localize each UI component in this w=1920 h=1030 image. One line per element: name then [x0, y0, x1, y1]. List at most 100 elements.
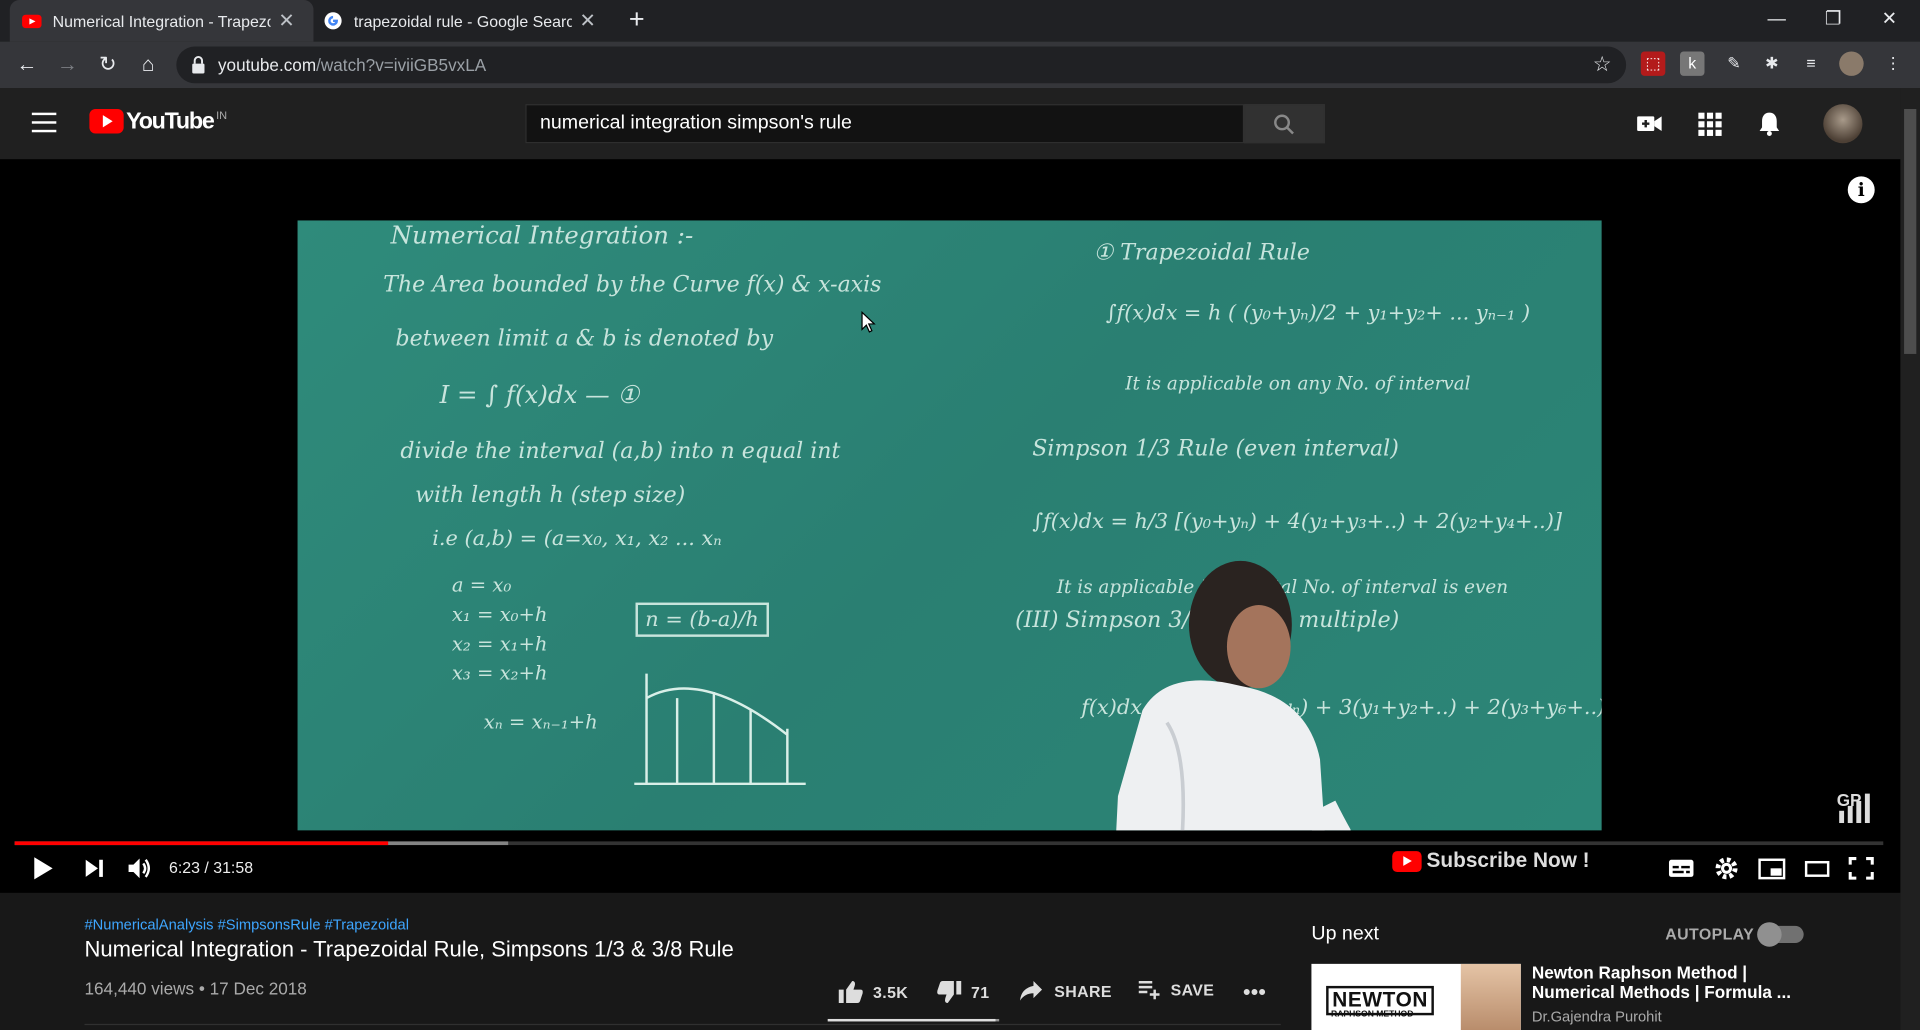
subscribe-overlay-text: Subscribe Now !	[1426, 848, 1590, 873]
screen: Numerical Integration - Trapezoidal Rule…	[0, 0, 1920, 1030]
like-ratio-fill	[827, 1018, 996, 1022]
theater-mode-icon[interactable]	[1802, 854, 1831, 883]
minimize-icon[interactable]: —	[1749, 0, 1805, 39]
back-icon[interactable]: ←	[12, 50, 41, 79]
video-frame: Numerical Integration :- The Area bounde…	[297, 220, 1602, 831]
autoplay-toggle[interactable]	[1757, 922, 1804, 947]
youtube-icon	[22, 14, 42, 29]
divider	[84, 1023, 1281, 1026]
teacher-figure	[1116, 560, 1351, 831]
youtube-header: YouTube IN	[0, 88, 1901, 160]
address-bar[interactable]: youtube.com/watch?v=iviiGB5vxLA ☆	[176, 46, 1627, 84]
close-window-icon[interactable]: ✕	[1861, 0, 1917, 39]
board-writing: ① Trapezoidal Rule	[1093, 240, 1310, 266]
settings-gear-icon[interactable]	[1713, 854, 1740, 883]
apps-grid-icon[interactable]	[1696, 110, 1723, 137]
board-writing: xₙ = xₙ₋₁+h	[483, 710, 598, 734]
volume-icon[interactable]	[125, 854, 154, 883]
subscribe-overlay[interactable]: Subscribe Now !	[1392, 848, 1590, 873]
more-actions-icon[interactable]: •••	[1243, 980, 1266, 1006]
browser-toolbar: ← → ↻ ⌂ youtube.com/watch?v=iviiGB5vxLA …	[0, 41, 1920, 89]
hamburger-menu-icon[interactable]	[31, 112, 57, 133]
board-writing: n = (b-a)/h	[635, 602, 769, 637]
notifications-bell-icon[interactable]	[1756, 110, 1783, 137]
board-writing: The Area bounded by the Curve f(x) & x-a…	[383, 271, 882, 298]
search-input[interactable]	[526, 105, 1243, 143]
youtube-play-icon	[89, 109, 124, 134]
reload-icon[interactable]: ↻	[93, 50, 122, 79]
autoplay-label: AUTOPLAY	[1665, 924, 1755, 944]
dislike-button[interactable]: 71	[936, 980, 990, 1004]
tab-title: trapezoidal rule - Google Search	[353, 11, 572, 31]
next-video-title[interactable]: Newton Raphson Method | Numerical Method…	[1532, 963, 1826, 1002]
page-scrollbar[interactable]	[1900, 88, 1920, 1030]
bookmark-star-icon[interactable]: ☆	[1593, 53, 1612, 77]
progress-bar[interactable]	[14, 841, 1884, 846]
presenter-photo	[1460, 963, 1521, 1030]
profile-avatar-icon[interactable]	[1839, 51, 1864, 76]
search-icon	[1274, 114, 1294, 135]
tab-google[interactable]: trapezoidal rule - Google Search ✕	[311, 0, 615, 42]
url-path: /watch?v=iviiGB5vxLA	[316, 55, 487, 75]
trapezoid-sketch	[634, 673, 806, 786]
tab-close-icon[interactable]: ✕	[278, 9, 295, 33]
logo-text: YouTube	[126, 109, 215, 135]
video-player[interactable]: Numerical Integration :- The Area bounde…	[0, 159, 1901, 893]
media-queue-icon[interactable]: ≡	[1799, 51, 1823, 75]
video-title: Numerical Integration - Trapezoidal Rule…	[84, 936, 734, 962]
miniplayer-icon[interactable]	[1757, 854, 1786, 883]
share-label: SHARE	[1054, 981, 1112, 1000]
fullscreen-icon[interactable]	[1848, 854, 1875, 883]
extension-k-icon[interactable]: k	[1680, 51, 1705, 76]
create-video-icon[interactable]	[1636, 110, 1663, 137]
user-avatar[interactable]	[1823, 104, 1863, 144]
menu-kebab-icon[interactable]: ⋮	[1881, 51, 1905, 75]
playlist-add-icon	[1138, 981, 1160, 1000]
play-icon[interactable]	[29, 854, 56, 883]
next-video-thumbnail[interactable]: NEWTON RAPHSON METHOD	[1311, 963, 1521, 1030]
next-video-icon[interactable]	[82, 854, 106, 883]
search-box[interactable]	[525, 104, 1245, 144]
played-bar	[14, 841, 389, 846]
home-icon[interactable]: ⌂	[133, 50, 162, 79]
search-button[interactable]	[1244, 104, 1325, 144]
tab-youtube[interactable]: Numerical Integration - Trapezoidal Rule…	[9, 0, 314, 42]
like-ratio-bar	[827, 1018, 1000, 1022]
info-icon[interactable]: i	[1847, 176, 1875, 204]
board-writing: between limit a & b is denoted by	[395, 325, 774, 352]
next-video-channel[interactable]: Dr.Gajendra Purohit	[1532, 1008, 1662, 1025]
tab-close-icon[interactable]: ✕	[579, 9, 596, 33]
board-writing: Simpson 1/3 Rule (even interval)	[1032, 436, 1399, 462]
url-text: youtube.com/watch?v=iviiGB5vxLA	[218, 55, 486, 75]
video-hashtags[interactable]: #NumericalAnalysis #SimpsonsRule #Trapez…	[84, 916, 409, 933]
dislike-count: 71	[971, 982, 990, 1002]
like-button[interactable]: 3.5K	[838, 980, 909, 1004]
forward-icon[interactable]: →	[53, 50, 82, 79]
pdf-extension-icon[interactable]: ⬚	[1640, 51, 1666, 76]
board-writing: Numerical Integration :-	[390, 220, 694, 250]
puzzle-extensions-icon[interactable]: ✱	[1760, 51, 1784, 75]
view-count-date: 164,440 views • 17 Dec 2018	[84, 978, 307, 999]
youtube-logo[interactable]: YouTube IN	[89, 109, 227, 136]
new-tab-icon[interactable]: +	[622, 4, 651, 34]
channel-watermark-logo[interactable]: GP	[1834, 781, 1878, 825]
save-button[interactable]: SAVE	[1138, 980, 1215, 1000]
share-button[interactable]: SHARE	[1019, 980, 1112, 1002]
pen-extension-icon[interactable]: ✎	[1722, 51, 1746, 75]
url-host: youtube.com	[217, 55, 317, 75]
youtube-subscribe-icon	[1392, 850, 1422, 872]
thumbs-down-icon	[937, 981, 962, 1004]
board-writing: ∫f(x)dx = h/3 [(y₀+yₙ) + 4(y₁+y₃+..) + 2…	[1032, 509, 1563, 534]
lock-icon	[192, 55, 205, 74]
board-writing: ∫f(x)dx = h ( (y₀+yₙ)/2 + y₁+y₂+ ... yₙ₋…	[1105, 301, 1531, 326]
up-next-heading: Up next	[1311, 923, 1379, 945]
board-writing: It is applicable on any No. of interval	[1125, 372, 1471, 395]
thumbs-up-icon	[838, 981, 863, 1004]
board-writing: with length h (step size)	[415, 482, 686, 509]
subtitles-icon[interactable]	[1668, 854, 1695, 883]
scrollbar-thumb[interactable]	[1904, 109, 1917, 354]
board-writing: divide the interval (a,b) into n equal i…	[400, 438, 841, 465]
google-icon	[324, 12, 342, 30]
share-icon	[1020, 981, 1043, 1001]
restore-icon[interactable]: ❐	[1805, 0, 1861, 39]
